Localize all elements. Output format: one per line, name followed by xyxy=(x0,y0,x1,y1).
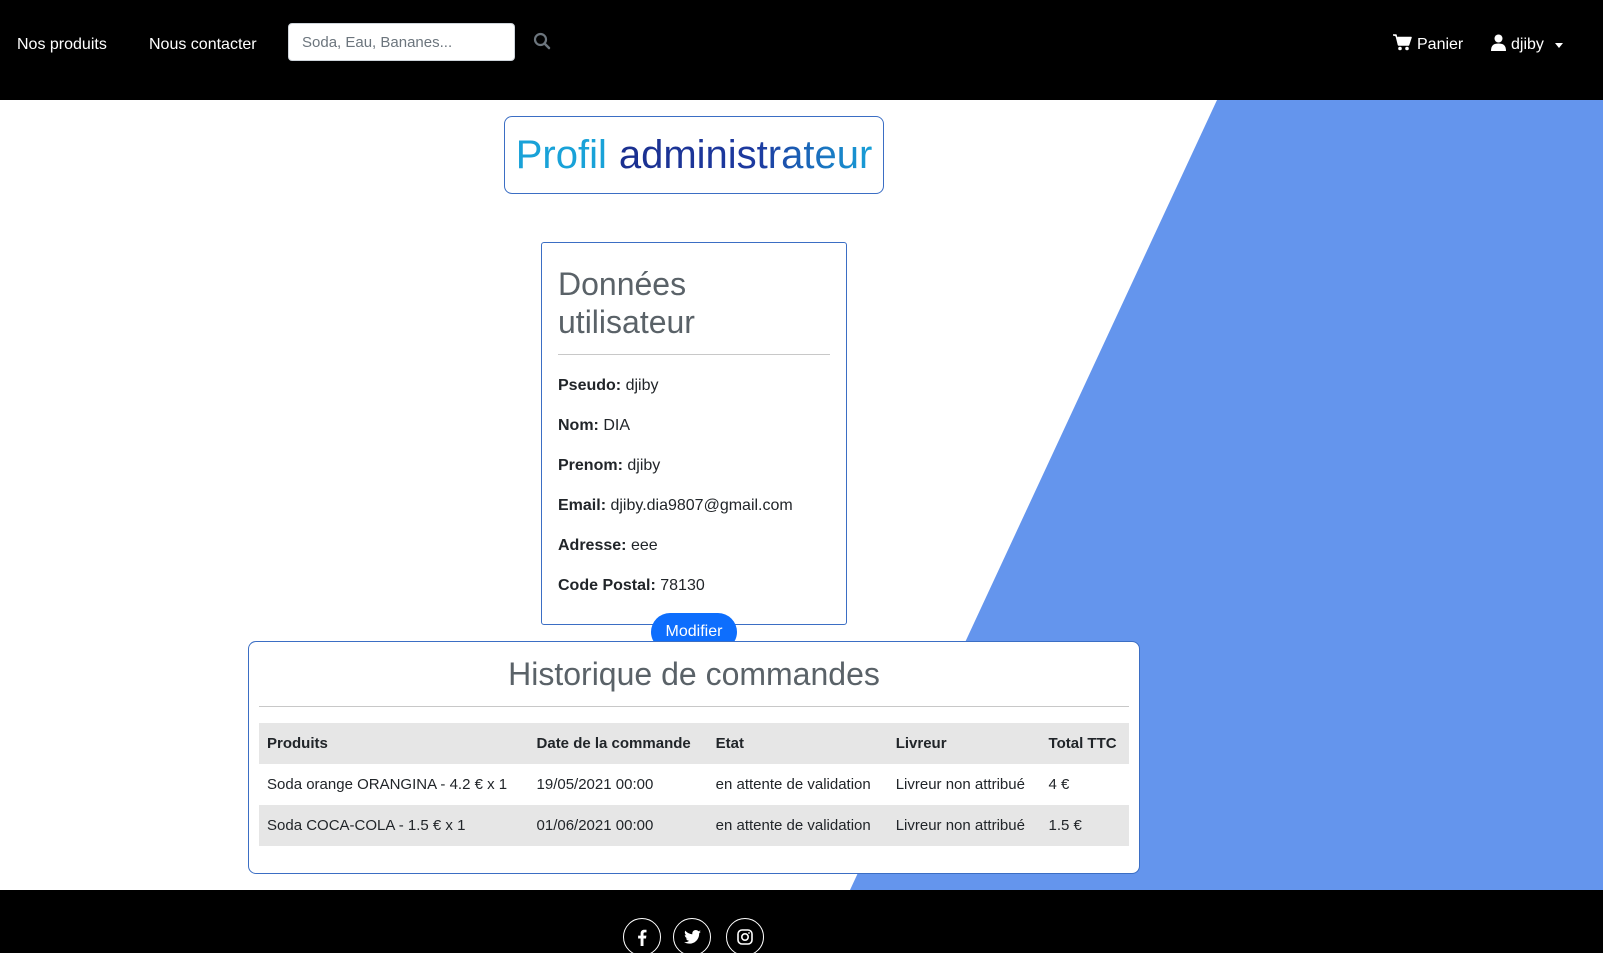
field-label: Nom: xyxy=(558,417,599,434)
table-cell-product: Soda orange ORANGINA - 4.2 € x 1 xyxy=(267,776,508,793)
order-history-heading: Historique de commandes xyxy=(508,656,880,692)
user-name: djiby xyxy=(1511,36,1544,53)
cart-label: Panier xyxy=(1417,36,1464,53)
field-value: DIA xyxy=(603,417,631,434)
column-header-status: Etat xyxy=(707,723,888,764)
cart-link[interactable]: Panier xyxy=(1393,34,1463,56)
column-header-date: Date de la commande xyxy=(528,723,708,764)
nav-link-contact[interactable]: Nous contacter xyxy=(149,35,257,55)
twitter-icon[interactable] xyxy=(673,918,711,953)
user-menu-dropdown[interactable]: djiby xyxy=(1491,34,1563,56)
table-cell-date: 01/06/2021 00:00 xyxy=(528,805,708,846)
chevron-down-icon xyxy=(1554,42,1563,48)
page-title-word-1: Profil xyxy=(515,132,607,177)
table-row: Soda COCA-COLA - 1.5 € x 1 01/06/2021 00… xyxy=(259,805,1129,846)
table-cell-status: en attente de validation xyxy=(715,776,871,793)
field-nom: Nom: DIA xyxy=(558,416,830,436)
search-input[interactable] xyxy=(288,23,515,61)
field-label: Code Postal: xyxy=(558,577,656,594)
shopping-cart-icon xyxy=(1393,34,1412,56)
orders-table: Produits Date de la commande Etat Livreu… xyxy=(259,723,1129,846)
column-header-total: Total TTC xyxy=(1040,723,1129,764)
field-label: Email: xyxy=(558,497,607,514)
column-header-delivery: Livreur xyxy=(887,723,1041,764)
table-row: Soda orange ORANGINA - 4.2 € x 1 19/05/2… xyxy=(259,764,1129,805)
user-icon xyxy=(1491,34,1506,56)
table-cell-date: 19/05/2021 00:00 xyxy=(536,776,654,793)
instagram-icon[interactable] xyxy=(726,918,764,953)
field-adresse: Adresse: eee xyxy=(558,536,830,556)
field-value: djiby.dia9807@gmail.com xyxy=(610,497,793,514)
table-header-row: Produits Date de la commande Etat Livreu… xyxy=(259,723,1129,764)
order-history-card: Historique de commandes Produits Date de… xyxy=(248,641,1140,874)
field-email: Email: djiby.dia9807@gmail.com xyxy=(558,496,830,516)
footer xyxy=(0,890,1603,953)
search-icon[interactable] xyxy=(533,32,555,54)
table-cell-status: en attente de validation xyxy=(707,805,888,846)
divider xyxy=(259,706,1129,707)
field-label: Pseudo: xyxy=(558,377,622,394)
table-cell-product: Soda COCA-COLA - 1.5 € x 1 xyxy=(259,805,529,846)
table-cell-total: 4 € xyxy=(1048,776,1070,793)
facebook-icon[interactable] xyxy=(623,918,661,953)
field-prenom: Prenom: djiby xyxy=(558,456,830,476)
page-title-word-2: administrateur xyxy=(618,132,873,177)
table-cell-total: 1.5 € xyxy=(1040,805,1129,846)
field-value: djiby xyxy=(627,457,661,474)
user-data-heading: Données utilisateur xyxy=(558,266,695,340)
field-value: djiby xyxy=(625,377,659,394)
column-header-products: Produits xyxy=(259,723,529,764)
page-title: Profil administrateur xyxy=(504,116,884,194)
field-pseudo: Pseudo: djiby xyxy=(558,376,830,396)
user-data-card: Données utilisateur Pseudo: djiby Nom: D… xyxy=(541,242,847,651)
table-cell-delivery: Livreur non attribué xyxy=(887,805,1041,846)
field-label: Adresse: xyxy=(558,537,627,554)
table-cell-delivery: Livreur non attribué xyxy=(895,776,1025,793)
field-label: Prenom: xyxy=(558,457,623,474)
field-code-postal: Code Postal: 78130 xyxy=(558,576,830,596)
field-value: 78130 xyxy=(660,577,705,594)
field-value: eee xyxy=(630,537,658,554)
divider xyxy=(558,354,830,355)
nav-link-products[interactable]: Nos produits xyxy=(17,35,107,55)
top-navbar: Nos produits Nous contacter Panier djiby xyxy=(0,0,1603,100)
